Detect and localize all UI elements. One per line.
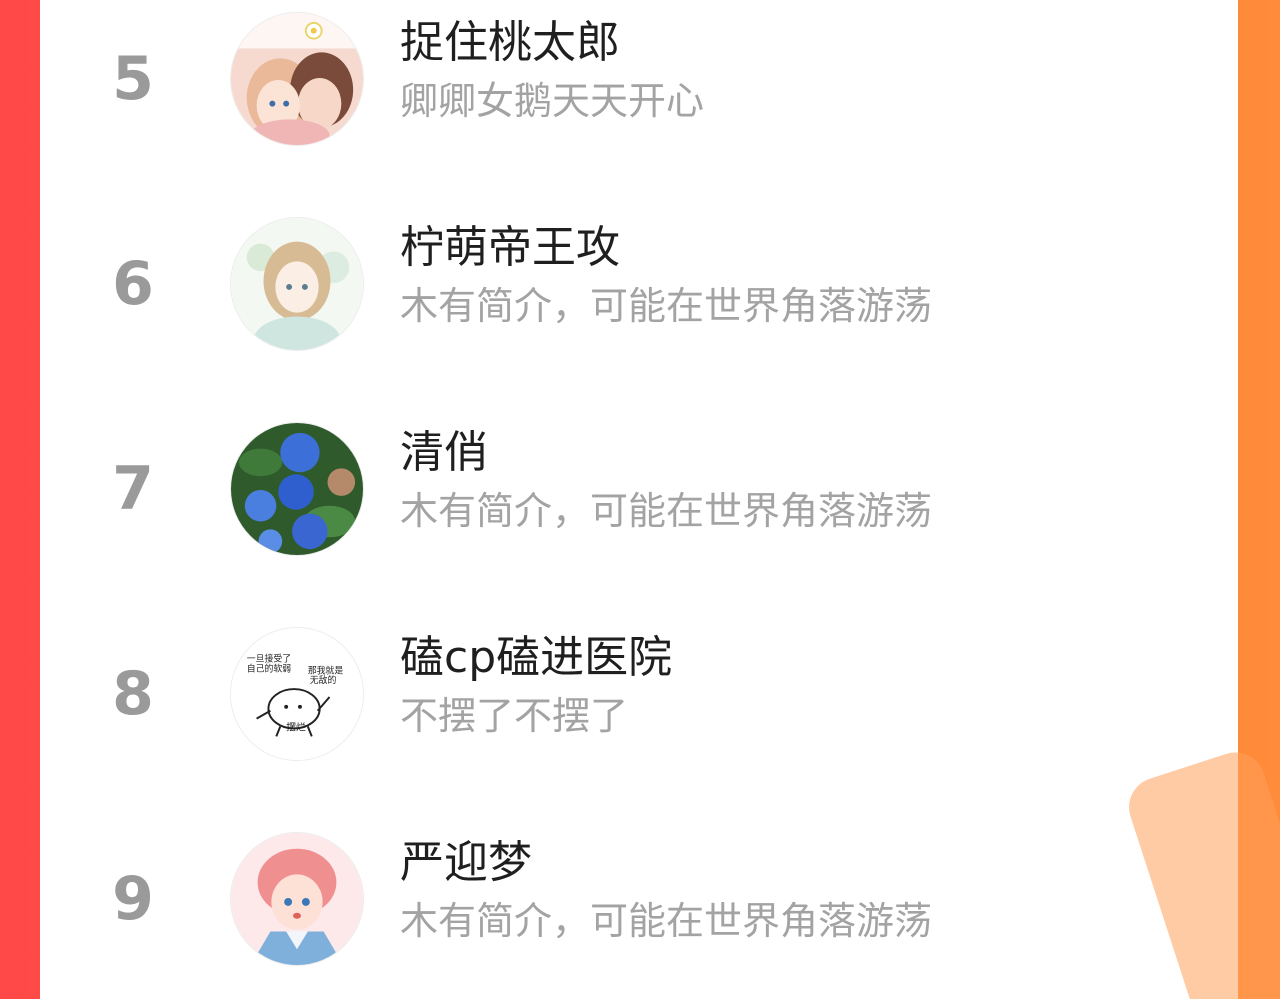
meme-bear-avatar-icon[interactable]: 一旦接受了 自己的软弱 那我就是 无敌的 摆烂 xyxy=(230,627,364,761)
ranking-panel: 5 捉住桃太郎 卿卿女鹅天天开心 6 柠萌帝王攻 木有简介，可能在世界角落游荡 … xyxy=(40,0,1280,999)
rank-number: 8 xyxy=(112,659,154,729)
meme-text-left: 一旦接受了 xyxy=(247,652,291,664)
anime-couple-avatar-icon[interactable] xyxy=(230,12,364,146)
user-name: 清俏 xyxy=(400,427,488,478)
rank-number: 5 xyxy=(112,44,154,114)
list-item[interactable]: 9 严迎梦 木有简介，可能在世界角落游荡 xyxy=(40,820,1238,990)
user-name: 柠萌帝王攻 xyxy=(400,222,620,273)
svg-text:那我就是: 那我就是 xyxy=(308,664,344,676)
list-item[interactable]: 6 柠萌帝王攻 木有简介，可能在世界角落游荡 xyxy=(40,205,1238,375)
user-name: 捉住桃太郎 xyxy=(400,17,620,68)
rank-number: 7 xyxy=(112,454,154,524)
anime-girl-avatar-icon[interactable] xyxy=(230,217,364,351)
user-bio: 木有简介，可能在世界角落游荡 xyxy=(400,284,933,328)
user-bio: 卿卿女鹅天天开心 xyxy=(400,79,705,123)
svg-text:自己的软弱: 自己的软弱 xyxy=(247,662,291,674)
rank-number: 9 xyxy=(112,864,154,934)
rank-number: 6 xyxy=(112,249,154,319)
user-name: 严迎梦 xyxy=(400,837,532,888)
svg-text:摆烂: 摆烂 xyxy=(286,720,306,733)
list-item[interactable]: 7 清俏 木有简介，可能在世界角落游荡 xyxy=(40,410,1238,580)
user-name: 磕cp磕进医院 xyxy=(400,632,673,683)
list-item[interactable]: 8 一旦接受了 自己的软弱 那我就是 无敌的 摆烂 磕cp磕进医院 不摆了不摆了 xyxy=(40,615,1238,785)
svg-text:无敌的: 无敌的 xyxy=(310,674,337,686)
user-bio: 不摆了不摆了 xyxy=(400,694,629,738)
list-item[interactable]: 5 捉住桃太郎 卿卿女鹅天天开心 xyxy=(40,0,1238,170)
hydrangea-flowers-avatar-icon[interactable] xyxy=(230,422,364,556)
user-bio: 木有简介，可能在世界角落游荡 xyxy=(400,489,933,533)
anime-boy-avatar-icon[interactable] xyxy=(230,832,364,966)
user-bio: 木有简介，可能在世界角落游荡 xyxy=(400,899,933,943)
